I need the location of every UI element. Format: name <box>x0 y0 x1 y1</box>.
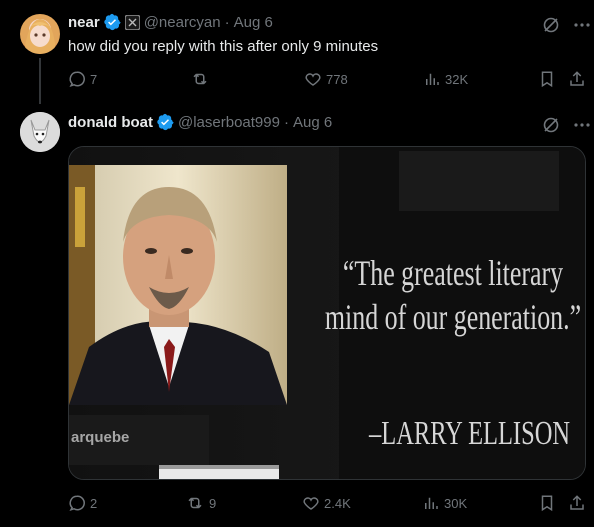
bookmark-icon <box>541 495 553 512</box>
avatar-illustration-icon <box>24 19 56 54</box>
more-icon[interactable] <box>574 16 590 34</box>
affiliate-badge-icon[interactable] <box>124 14 140 30</box>
like-button[interactable]: 778 <box>304 70 348 88</box>
views-icon <box>426 73 439 85</box>
reply-icon <box>69 71 85 88</box>
tweet-text: how did you reply with this after only 9… <box>68 38 379 55</box>
reply-icon <box>69 495 85 512</box>
bookmark-icon <box>541 71 553 88</box>
bookmark-button[interactable] <box>538 494 560 512</box>
share-icon <box>570 495 584 510</box>
separator: · <box>283 113 289 131</box>
views-count: 30K <box>444 495 468 511</box>
action-bar: 2 9 2.4K 30K <box>68 494 588 514</box>
like-count: 778 <box>326 71 348 87</box>
share-button[interactable] <box>568 494 590 512</box>
avatar-dog-icon <box>20 112 60 152</box>
retweet-button[interactable]: 9 <box>185 494 216 512</box>
more-icon[interactable] <box>574 116 590 134</box>
thread-line <box>39 58 41 104</box>
separator: · <box>224 13 230 31</box>
retweet-icon <box>193 73 207 85</box>
avatar[interactable] <box>20 14 60 54</box>
grok-icon[interactable] <box>542 116 560 134</box>
quote-text: “The greatest literary mind of our gener… <box>309 251 585 339</box>
like-button[interactable]: 2.4K <box>302 494 351 512</box>
author-name[interactable]: near <box>68 14 100 31</box>
reply-button[interactable]: 7 <box>68 70 97 88</box>
author-handle[interactable]: @laserboat999 <box>178 114 280 131</box>
verified-badge-icon[interactable] <box>156 113 174 131</box>
share-icon <box>570 71 584 86</box>
post-date[interactable]: Aug 6 <box>293 114 332 131</box>
grok-icon[interactable] <box>542 16 560 34</box>
like-icon <box>303 497 319 510</box>
post-date[interactable]: Aug 6 <box>234 14 273 31</box>
retweet-count: 9 <box>209 495 217 511</box>
views-icon <box>425 497 438 509</box>
reply-button[interactable]: 2 <box>68 494 97 512</box>
views-button[interactable]: 32K <box>423 70 468 88</box>
reply-count: 2 <box>90 495 98 511</box>
action-bar: 7 778 32K <box>68 70 588 90</box>
views-button[interactable]: 30K <box>422 494 467 512</box>
verified-badge-icon[interactable] <box>103 13 121 31</box>
bookmark-button[interactable] <box>538 70 560 88</box>
share-button[interactable] <box>568 70 590 88</box>
author-handle[interactable]: @nearcyan <box>144 14 221 31</box>
quote-line-2: mind of our generation.” <box>324 297 582 337</box>
retweet-icon <box>188 497 202 509</box>
retweet-button[interactable] <box>190 70 214 88</box>
author-name[interactable]: donald boat <box>68 114 153 131</box>
tweet-media-image[interactable]: arquebe “The greatest literary mind of o… <box>68 146 586 480</box>
like-icon <box>305 73 321 86</box>
like-count: 2.4K <box>324 495 351 511</box>
avatar[interactable] <box>20 112 60 152</box>
quote-attribution: –LARRY ELLISON <box>369 415 571 452</box>
image-caption-text: arquebe <box>71 429 130 446</box>
views-count: 32K <box>445 71 469 87</box>
reply-count: 7 <box>90 71 98 87</box>
quote-line-1: “The greatest literary <box>342 253 564 293</box>
